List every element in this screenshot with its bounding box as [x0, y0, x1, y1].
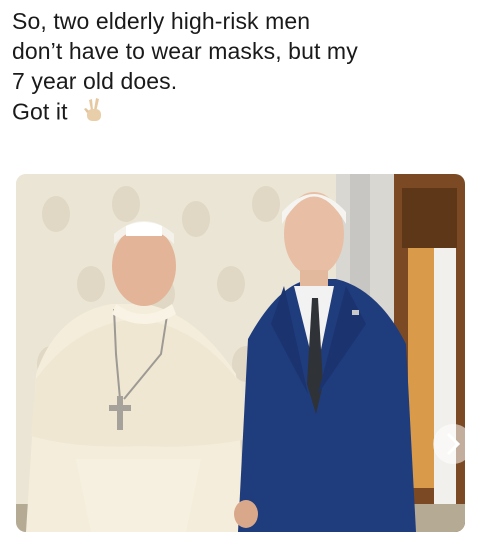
caption-line-3: 7 year old does.: [12, 68, 178, 94]
meme-caption: So, two elderly high-risk men don’t have…: [12, 6, 472, 131]
caption-line-4: Got it: [12, 96, 472, 131]
photo-two-men: [16, 174, 465, 532]
caption-got-it: Got it: [12, 98, 68, 125]
caption-line-1: So, two elderly high-risk men: [12, 8, 311, 34]
peace-hand-icon: [82, 96, 106, 131]
caption-line-2: don’t have to wear masks, but my: [12, 38, 358, 64]
